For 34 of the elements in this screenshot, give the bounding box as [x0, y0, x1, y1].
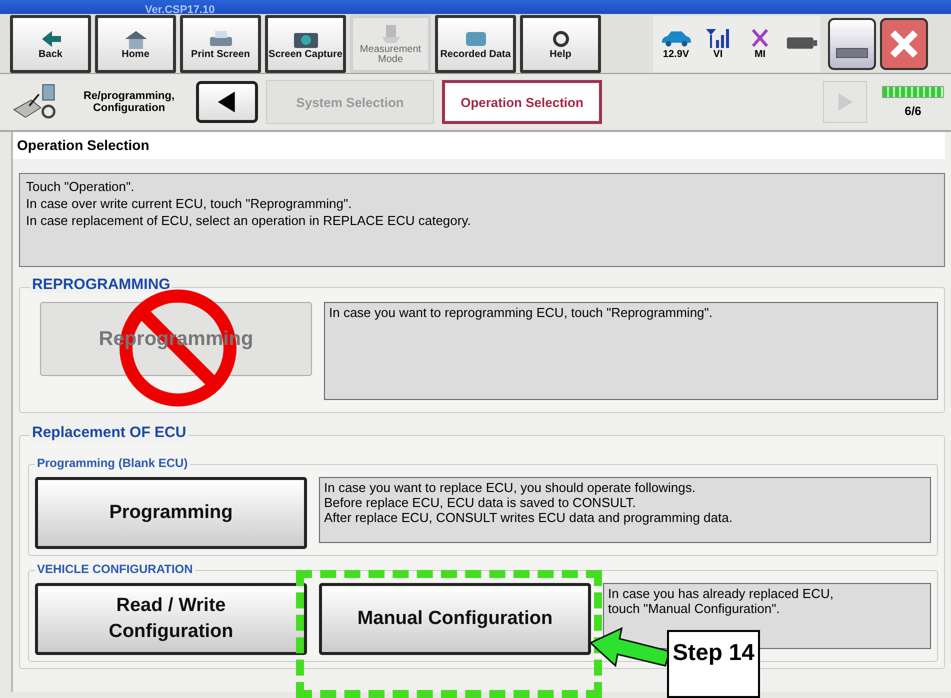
operation-button[interactable]: Manual Configuration — [319, 583, 591, 655]
description-text: Before replace ECU, ECU data is saved to CONSULT. — [324, 495, 637, 510]
section-heading: Replacement OF ECU — [30, 424, 188, 441]
description-text: In case you has already replaced ECU, — [608, 586, 834, 601]
instruction-text: In case replacement of ECU, select an operation in REPLACE ECU category. — [26, 212, 472, 229]
minimize-button[interactable] — [828, 18, 876, 70]
instruction-text: Touch "Operation". — [26, 178, 136, 195]
app-title: Re/programming, Configuration — [82, 90, 176, 114]
description-text: After replace ECU, CONSULT writes ECU data and programming data. — [324, 510, 734, 525]
step-callout: Step 14 — [667, 630, 760, 698]
print-button[interactable]: Print Screen — [180, 14, 261, 72]
breadcrumb-step[interactable]: Operation Selection — [442, 80, 602, 124]
instruction-text: In case over write current ECU, touch "Reprogramming". — [26, 195, 353, 212]
close-button[interactable] — [880, 18, 928, 70]
help-button[interactable]: Help — [520, 14, 601, 72]
operation-button[interactable]: Read / Write Configuration — [35, 583, 307, 655]
window-title: Ver.CSP17.10 — [145, 4, 215, 14]
group-heading: Programming (Blank ECU) — [35, 456, 190, 470]
group-heading: VEHICLE CONFIGURATION — [35, 562, 195, 576]
status-label: 12.9V — [662, 49, 690, 60]
section-heading: REPROGRAMMING — [30, 276, 172, 293]
back-button[interactable]: Back — [10, 14, 91, 72]
home-button[interactable]: Home — [95, 14, 176, 72]
status-label: VI — [713, 49, 723, 60]
description-text: In case you want to replace ECU, you should operate followings. — [324, 480, 696, 495]
operation-button[interactable]: Programming — [35, 477, 307, 549]
camera-button[interactable]: Screen Capture — [265, 14, 346, 72]
status-label: MI — [754, 49, 766, 60]
description-text: In case you want to reprogramming ECU, touch "Reprogramming". — [329, 305, 714, 320]
previous-button[interactable] — [196, 81, 258, 123]
section-title: Operation Selection — [13, 132, 945, 159]
description-text: touch "Manual Configuration". — [608, 601, 781, 616]
recorded-button[interactable]: Recorded Data — [435, 14, 516, 72]
progress-text: 6/6 — [904, 104, 922, 118]
